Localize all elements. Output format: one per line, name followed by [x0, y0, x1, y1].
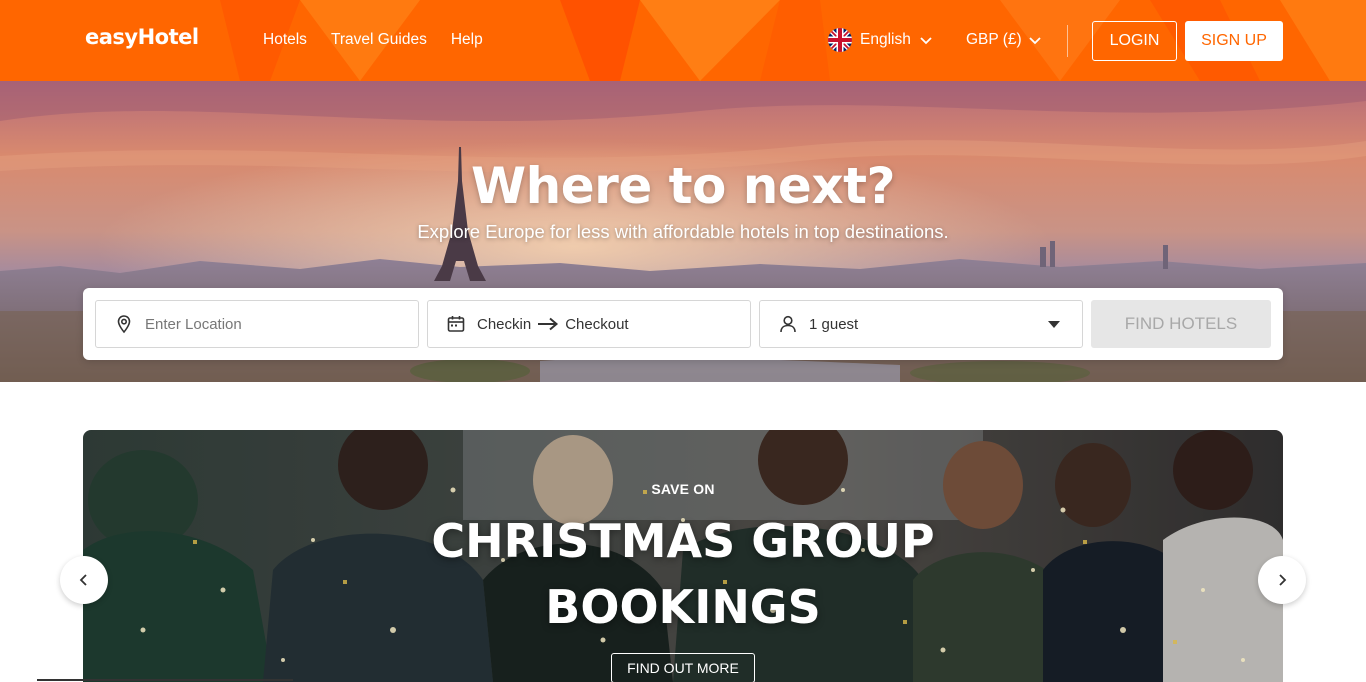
- header-divider: [1067, 25, 1068, 57]
- find-hotels-button[interactable]: FIND HOTELS: [1091, 300, 1271, 348]
- login-button[interactable]: LOGIN: [1092, 21, 1177, 61]
- guests-value: 1 guest: [809, 315, 859, 333]
- chevron-down-icon: [1029, 37, 1041, 45]
- site-header: easyHotel Hotels Travel Guides Help Engl…: [0, 0, 1366, 81]
- promo-title-line1: CHRISTMAS GROUP: [431, 514, 935, 568]
- location-pin-icon: [117, 315, 131, 334]
- chevron-right-icon: [1279, 574, 1287, 586]
- calendar-icon: [447, 316, 465, 332]
- hero-subtitle: Explore Europe for less with affordable …: [417, 221, 949, 242]
- date-range-picker[interactable]: Checkin Checkout: [427, 300, 751, 348]
- arrow-right-icon: [538, 317, 559, 331]
- promo-title-line2: BOOKINGS: [545, 580, 821, 634]
- chevron-down-icon: [920, 37, 932, 45]
- signup-button[interactable]: SIGN UP: [1185, 21, 1283, 61]
- hotel-search-form: Enter Location Checkin Checkout 1 guest …: [83, 288, 1283, 360]
- carousel-next-button[interactable]: [1258, 556, 1306, 604]
- chevron-left-icon: [79, 574, 87, 586]
- promo-title: CHRISTMAS GROUP BOOKINGS: [83, 508, 1283, 640]
- location-placeholder: Enter Location: [145, 315, 242, 333]
- currency-label: GBP (£): [966, 31, 1022, 48]
- hero-title: Where to next?: [471, 157, 895, 215]
- checkout-label: Checkout: [565, 315, 629, 333]
- main-nav: Hotels Travel Guides Help: [263, 31, 483, 49]
- location-input[interactable]: Enter Location: [95, 300, 419, 348]
- language-label: English: [860, 31, 911, 48]
- currency-selector[interactable]: GBP (£): [966, 31, 1042, 49]
- scroll-indicator: [37, 679, 293, 681]
- person-icon: [780, 315, 796, 333]
- logo[interactable]: easyHotel: [85, 25, 199, 49]
- nav-help[interactable]: Help: [451, 31, 483, 49]
- uk-flag-icon: [828, 28, 852, 52]
- guests-select[interactable]: 1 guest: [759, 300, 1083, 348]
- language-selector[interactable]: English: [828, 28, 933, 52]
- nav-travel-guides[interactable]: Travel Guides: [331, 31, 427, 49]
- promo-pretitle: SAVE ON: [651, 481, 715, 497]
- carousel-prev-button[interactable]: [60, 556, 108, 604]
- caret-down-icon: [1048, 321, 1060, 328]
- checkin-label: Checkin: [477, 315, 532, 333]
- find-out-more-button[interactable]: FIND OUT MORE: [611, 653, 755, 682]
- nav-hotels[interactable]: Hotels: [263, 31, 307, 49]
- promo-banner: SAVE ON CHRISTMAS GROUP BOOKINGS FIND OU…: [83, 430, 1283, 682]
